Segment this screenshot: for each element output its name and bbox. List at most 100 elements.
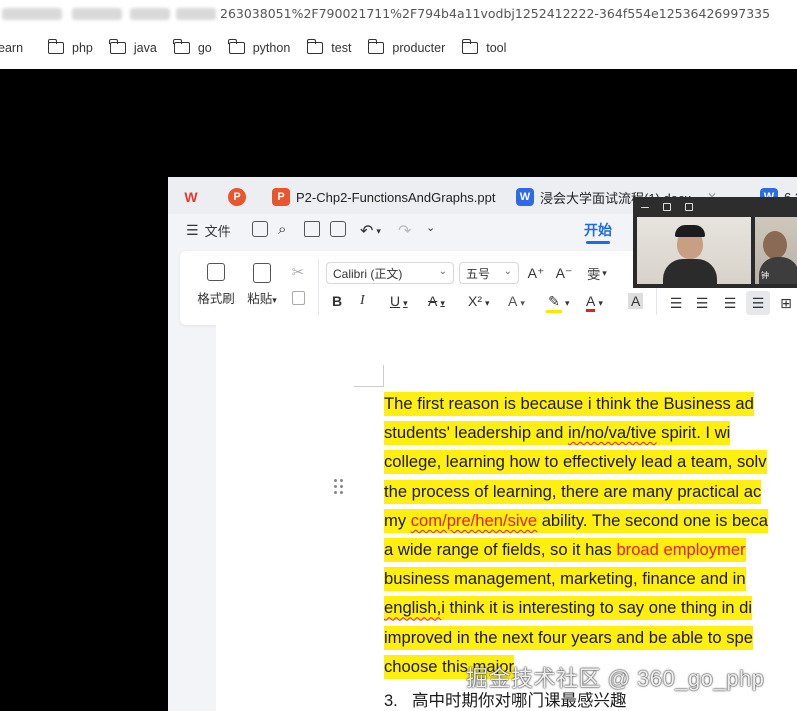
distributed-icon: ⊞ xyxy=(780,295,792,311)
paragraph-line: students' leadership and in/no/va/tive s… xyxy=(384,418,797,447)
print-icon xyxy=(304,221,320,237)
bookmark-python[interactable]: python xyxy=(228,36,290,60)
italic-button[interactable]: I xyxy=(360,293,365,309)
grow-font-button[interactable]: A⁺ xyxy=(526,262,546,284)
font-name-select[interactable]: Calibri (正文) ⌄ xyxy=(326,262,454,284)
bookmark-tool[interactable]: tool xyxy=(461,36,506,60)
file-menu[interactable]: ☰ 文件 xyxy=(186,221,231,240)
tab-wps-home[interactable]: W xyxy=(182,183,200,211)
chevron-down-icon: ▾ xyxy=(376,225,381,236)
text-run: the process of learning, there are many … xyxy=(384,481,762,501)
paragraph-drag-handle-icon[interactable] xyxy=(334,479,344,495)
paste-button[interactable]: 粘贴▾ xyxy=(242,263,282,307)
folder-icon xyxy=(306,39,324,54)
superscript-button[interactable]: X² ▾ xyxy=(468,293,490,309)
highlighted-text: college, learning how to effectively lea… xyxy=(384,450,767,475)
font-color-button[interactable]: A ▾ xyxy=(586,293,603,312)
paragraph-line: a wide range of fields, so it has broad … xyxy=(384,535,797,564)
highlight-button[interactable]: ✎ ▾ xyxy=(546,293,570,313)
folder-icon xyxy=(367,39,385,54)
text-run: college, learning how to effectively lea… xyxy=(384,452,767,472)
highlighted-text: english,i think it is interesting to say… xyxy=(384,596,753,621)
save-icon xyxy=(252,221,268,237)
font-size-select[interactable]: 五号 ⌄ xyxy=(459,262,519,284)
text-run: The first reason is because i think the … xyxy=(384,394,754,413)
folder-icon xyxy=(228,39,245,54)
underline-button[interactable]: U ▾ xyxy=(390,293,408,309)
paragraph-line: business management, marketing, finance … xyxy=(384,564,797,593)
align-right-button[interactable]: ☰ xyxy=(722,295,738,312)
paragraph-line: the process of learning, there are many … xyxy=(384,477,797,506)
document-page[interactable]: The first reason is because i think the … xyxy=(216,325,797,711)
save-button[interactable] xyxy=(252,221,268,237)
text-run: com/pre/hen/sive xyxy=(410,510,538,530)
bookmark-earn[interactable]: earn xyxy=(0,36,23,60)
chevron-down-icon: ⌄ xyxy=(503,266,512,277)
text-run: broad employmer xyxy=(616,539,746,559)
highlighted-text: the process of learning, there are many … xyxy=(384,479,762,504)
layout-icon[interactable] xyxy=(663,203,671,211)
watermark: 掘金技术社区 @ 360_go_php xyxy=(466,666,765,691)
tab-ppt-document[interactable]: P P2-Chp2-FunctionsAndGraphs.ppt xyxy=(272,183,495,211)
fullscreen-icon[interactable] xyxy=(685,203,693,211)
paragraph-line: my com/pre/hen/sive ability. The second … xyxy=(384,506,797,535)
highlighted-paragraph[interactable]: The first reason is because i think the … xyxy=(384,389,797,681)
bookmark-go[interactable]: go xyxy=(173,36,212,60)
participant-video-1 xyxy=(637,217,751,284)
text-run: my xyxy=(384,510,411,530)
bookmarks-bar: earn php java go python test producter t… xyxy=(0,36,523,60)
clipboard-icon xyxy=(253,263,271,283)
export-icon: ⌕ xyxy=(278,221,287,238)
highlighted-text: my com/pre/hen/sive ability. The second … xyxy=(384,508,769,533)
address-bar[interactable]: 263038051%2F790021711%2F794b4a11vodbj125… xyxy=(0,2,797,26)
phonetic-guide-button[interactable]: 雯 ▾ xyxy=(582,262,612,284)
scissors-icon: ✂ xyxy=(291,264,305,281)
url-text[interactable]: 263038051%2F790021711%2F794b4a11vodbj125… xyxy=(220,6,770,21)
undo-icon: ↶ xyxy=(360,223,374,240)
folder-icon xyxy=(173,39,190,54)
highlighted-text: students' leadership and in/no/va/tive s… xyxy=(384,421,731,446)
participant-video-2: 钟 xyxy=(755,217,797,284)
cut-button[interactable]: ✂ xyxy=(288,263,308,281)
highlighted-text: improved in the next four years and be a… xyxy=(384,625,753,650)
format-painter-button[interactable]: 格式刷 xyxy=(196,263,236,307)
highlighter-icon: ✎ xyxy=(546,293,562,313)
participant-body xyxy=(663,259,717,284)
strikethrough-button[interactable]: A ▾ xyxy=(428,293,445,309)
menu-icon: ☰ xyxy=(186,222,199,238)
minimize-icon[interactable] xyxy=(641,207,649,208)
bold-button[interactable]: B xyxy=(332,293,342,309)
print-preview-icon xyxy=(330,221,346,237)
bookmark-php[interactable]: php xyxy=(47,36,93,60)
align-center-button[interactable]: ☰ xyxy=(694,295,710,312)
char-shading-button[interactable]: A xyxy=(628,293,644,309)
grow-font-icon: A⁺ xyxy=(527,264,545,281)
more-button[interactable]: ⌄ xyxy=(426,221,435,234)
undo-button[interactable]: ↶ ▾ xyxy=(360,221,381,241)
align-center-icon: ☰ xyxy=(695,295,709,311)
copy-button[interactable] xyxy=(288,291,308,305)
video-call-titlebar xyxy=(633,197,797,217)
bookmark-java[interactable]: java xyxy=(109,36,157,60)
distributed-align-button[interactable]: ⊞ xyxy=(778,295,794,312)
folder-icon xyxy=(109,39,126,54)
export-button[interactable]: ⌕ xyxy=(278,221,286,238)
bookmark-test[interactable]: test xyxy=(306,36,351,60)
shrink-font-button[interactable]: A⁻ xyxy=(554,262,574,284)
bookmark-producter[interactable]: producter xyxy=(367,36,445,60)
video-call-window[interactable]: 钟 xyxy=(633,197,797,288)
print-button[interactable] xyxy=(304,221,320,237)
tab-pdf[interactable]: P xyxy=(228,183,246,211)
justify-button[interactable]: ☰ xyxy=(746,291,770,315)
paragraph-line: college, learning how to effectively lea… xyxy=(384,447,797,476)
text-effect-button[interactable]: A ▾ xyxy=(508,293,525,309)
brush-icon xyxy=(207,263,225,281)
margin-marker xyxy=(354,386,384,387)
align-left-icon: ☰ xyxy=(669,295,683,311)
tab-start[interactable]: 开始 xyxy=(584,220,612,240)
print-preview-button[interactable] xyxy=(330,221,346,237)
text-run: ability. The second one is beca xyxy=(537,510,769,530)
align-left-button[interactable]: ☰ xyxy=(668,295,684,312)
text-run: a wide range of fields, so it has xyxy=(384,539,617,559)
redo-button[interactable]: ↷ xyxy=(398,221,411,241)
